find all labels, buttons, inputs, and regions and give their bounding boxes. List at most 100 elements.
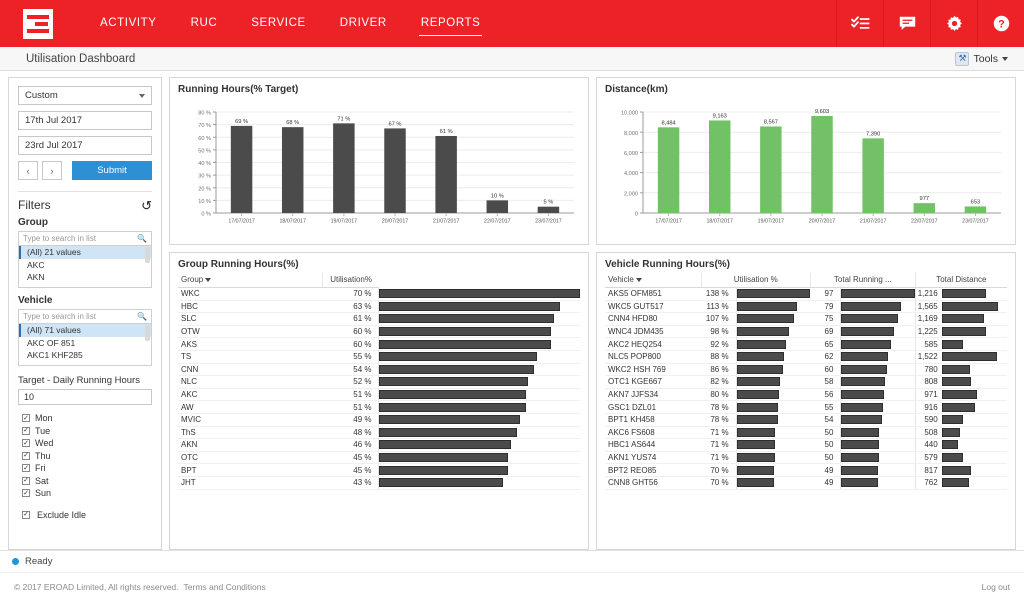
terms-and-conditions-link[interactable]: Terms and Conditions — [184, 582, 266, 592]
nav-item-service[interactable]: SERVICE — [234, 0, 322, 47]
weekday-checkbox-thu[interactable]: ✓ — [22, 451, 30, 460]
weekday-checkbox-wed[interactable]: ✓ — [22, 439, 30, 447]
gear-icon[interactable] — [930, 0, 977, 47]
vehicle-name: GSC1 DZL01 — [605, 400, 702, 414]
weekday-row-fri[interactable]: ✓ Fri — [18, 463, 152, 473]
submit-button[interactable]: Submit — [72, 161, 152, 180]
table-row[interactable]: BPT1 KH458 78 % 54 590 — [605, 413, 1007, 427]
table-row[interactable]: NLC 52 % — [178, 375, 580, 389]
reset-filters-icon[interactable]: ↺ — [141, 199, 152, 212]
weekday-checkbox-fri[interactable]: ✓ — [22, 464, 30, 472]
weekday-row-wed[interactable]: ✓ Wed — [18, 438, 152, 448]
nav-item-driver[interactable]: DRIVER — [323, 0, 404, 47]
vehicle-list-scrollbar[interactable] — [145, 325, 150, 341]
date-to-input[interactable]: 23rd Jul 2017 — [18, 136, 152, 155]
vehicle-search-input[interactable]: Type to search in list 🔍 — [18, 309, 152, 324]
table-row[interactable]: AW 51 % — [178, 400, 580, 414]
group-list-item[interactable]: AKC — [19, 259, 151, 272]
table-row[interactable]: CNN8 GHT56 70 % 49 762 — [605, 476, 1007, 490]
target-daily-hours-input[interactable]: 10 — [18, 389, 152, 405]
table-row[interactable]: AKC6 FS608 71 % 50 508 — [605, 426, 1007, 440]
date-range-preset-select[interactable]: Custom — [18, 86, 152, 105]
running-hours-chart[interactable]: 0 % 10 % 20 % 30 % 40 % 50 % 60 % 70 % 80 % 69 % 1… — [178, 98, 580, 233]
vehicle-list-item[interactable]: AKC OF 851 — [19, 337, 151, 350]
nav-item-reports[interactable]: REPORTS — [404, 0, 498, 47]
weekday-checkbox-sun[interactable]: ✓ — [22, 489, 30, 497]
table-row[interactable]: OTW 60 % — [178, 325, 580, 339]
weekday-row-sat[interactable]: ✓ Sat — [18, 476, 152, 486]
table-row[interactable]: CNN4 HFD80 107 % 75 1,169 — [605, 312, 1007, 326]
group-list-item[interactable]: AKN — [19, 271, 151, 284]
column-header-group[interactable]: Group — [178, 273, 323, 288]
table-row[interactable]: WNC4 JDM435 98 % 69 1,225 — [605, 325, 1007, 339]
weekday-row-thu[interactable]: ✓ Thu — [18, 451, 152, 461]
table-row[interactable]: OTC1 KGE667 82 % 58 808 — [605, 375, 1007, 389]
table-row[interactable]: BPT2 REO85 70 % 49 817 — [605, 463, 1007, 477]
table-row[interactable]: AKS 60 % — [178, 337, 580, 351]
next-period-button[interactable]: › — [42, 161, 62, 180]
nav-item-activity[interactable]: ACTIVITY — [83, 0, 174, 47]
table-row[interactable]: BPT 45 % — [178, 463, 580, 477]
table-row[interactable]: HBC 63 % — [178, 300, 580, 314]
table-row[interactable]: GSC1 DZL01 78 % 55 916 — [605, 400, 1007, 414]
table-row[interactable]: AKC 51 % — [178, 388, 580, 402]
eroad-logo[interactable] — [14, 0, 61, 47]
message-icon[interactable] — [883, 0, 930, 47]
group-list-item[interactable]: AKS — [19, 284, 151, 288]
vehicle-list-item[interactable]: AKC1 KHF285 — [19, 349, 151, 362]
table-row[interactable]: WKC5 GUT517 113 % 79 1,565 — [605, 300, 1007, 314]
table-row[interactable]: AKS5 OFM851 138 % 97 1,216 — [605, 287, 1007, 301]
date-from-input[interactable]: 17th Jul 2017 — [18, 111, 152, 130]
weekday-row-tue[interactable]: ✓ Tue — [18, 426, 152, 436]
weekday-checkbox-mon[interactable]: ✓ — [22, 414, 30, 422]
vehicle-filter-list[interactable]: (All) 71 valuesAKC OF 851AKC1 KHF285AKC2… — [18, 324, 152, 366]
search-icon: 🔍 — [137, 312, 147, 321]
vehicle-utilisation-value: 113 % — [701, 300, 737, 314]
table-row[interactable]: ThS 48 % — [178, 426, 580, 440]
vehicle-list-item[interactable]: (All) 71 values — [19, 324, 151, 337]
group-list-item[interactable]: (All) 21 values — [19, 246, 151, 259]
prev-period-button[interactable]: ‹ — [18, 161, 38, 180]
weekday-checkbox-tue[interactable]: ✓ — [22, 426, 30, 435]
checklist-icon[interactable] — [836, 0, 883, 47]
exclude-idle-checkbox[interactable]: ✓ — [22, 510, 30, 519]
column-header-total-running[interactable]: Total Running ... — [809, 273, 916, 288]
table-row[interactable]: WKC2 HSH 769 86 % 60 780 — [605, 363, 1007, 377]
table-row[interactable]: MVIC 49 % — [178, 413, 580, 427]
column-header-utilisation[interactable]: Utilisation % — [700, 273, 811, 288]
nav-item-ruc[interactable]: RUC — [174, 0, 235, 47]
table-row[interactable]: CNN 54 % — [178, 363, 580, 377]
table-row[interactable]: OTC 45 % — [178, 451, 580, 465]
group-running-hours-panel: Group Running Hours(%) Group Utilisation%… — [169, 252, 589, 550]
group-search-input[interactable]: Type to search in list 🔍 — [18, 231, 152, 246]
exclude-idle-row[interactable]: ✓ Exclude Idle — [18, 510, 152, 520]
date-to-value: 23rd Jul 2017 — [25, 140, 83, 151]
table-row[interactable]: JHT 43 % — [178, 476, 580, 490]
table-row[interactable]: HBC1 AS644 71 % 50 440 — [605, 438, 1007, 452]
logout-link[interactable]: Log out — [982, 582, 1010, 592]
group-filter-list[interactable]: (All) 21 valuesAKCAKNAKS — [18, 246, 152, 288]
weekday-row-sun[interactable]: ✓ Sun — [18, 488, 152, 498]
vehicle-utilisation-value: 71 % — [701, 438, 737, 452]
vehicle-list-item[interactable]: AKC2 HTQ123 — [19, 362, 151, 366]
group-utilisation-value: 63 % — [322, 300, 379, 314]
column-header-utilisation[interactable]: Utilisation% — [322, 273, 379, 288]
main-nav-items: ACTIVITY RUC SERVICE DRIVER REPORTS — [83, 0, 497, 47]
table-row[interactable]: AKC2 HEQ254 92 % 65 585 — [605, 337, 1007, 351]
table-row[interactable]: NLC5 POP800 88 % 62 1,522 — [605, 350, 1007, 364]
table-row[interactable]: SLC 61 % — [178, 312, 580, 326]
table-row[interactable]: TS 55 % — [178, 350, 580, 364]
table-row[interactable]: AKN1 YUS74 71 % 50 579 — [605, 451, 1007, 465]
table-row[interactable]: AKN7 JJFS34 80 % 56 971 — [605, 388, 1007, 402]
group-list-scrollbar[interactable] — [145, 247, 150, 263]
vehicle-distance-value: 916 — [924, 402, 938, 412]
weekday-row-mon[interactable]: ✓ Mon — [18, 413, 152, 423]
help-icon[interactable]: ? — [977, 0, 1024, 47]
weekday-checkbox-sat[interactable]: ✓ — [22, 476, 30, 485]
table-row[interactable]: WKC 70 % — [178, 287, 580, 301]
table-row[interactable]: AKN 46 % — [178, 438, 580, 452]
column-header-vehicle[interactable]: Vehicle — [605, 273, 702, 288]
column-header-total-distance[interactable]: Total Distance — [914, 273, 1007, 288]
tools-button[interactable]: ⚒ Tools — [955, 51, 1014, 66]
distance-chart[interactable]: 0 2,000 4,000 6,000 8,000 10,000 8,484 17/07/20… — [605, 98, 1007, 233]
